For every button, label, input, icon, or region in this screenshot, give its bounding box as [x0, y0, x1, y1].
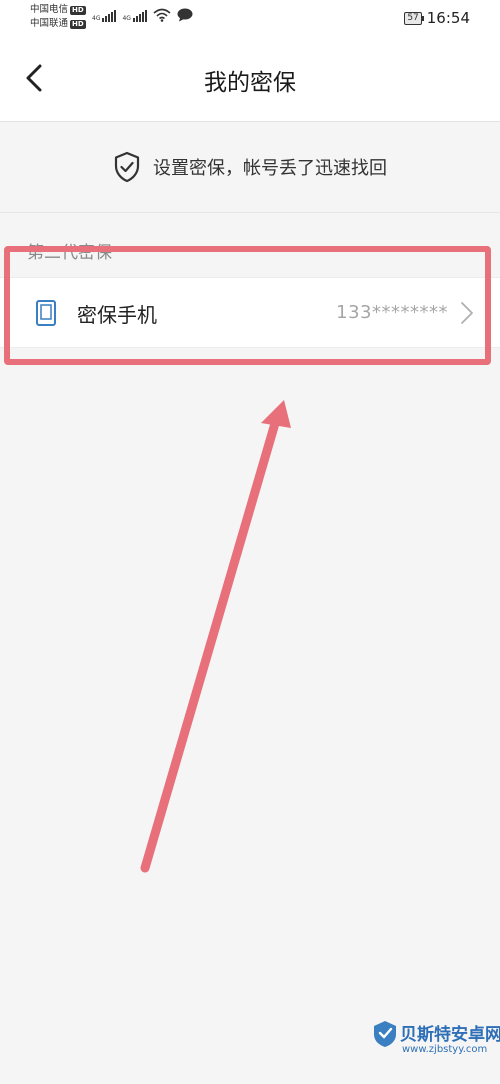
clock: 16:54	[426, 9, 470, 27]
carrier-1-name: 中国电信	[30, 4, 69, 15]
chevron-right-icon	[461, 302, 473, 324]
network-1-label: 4G	[92, 15, 101, 22]
signal-2-icon: 4G	[122, 10, 147, 22]
battery-icon: 57	[404, 11, 425, 25]
security-phone-row[interactable]: 密保手机 133********	[0, 277, 500, 348]
hd-badge: HD	[70, 5, 86, 15]
page-title: 我的密保	[204, 70, 296, 96]
watermark-url: www.zjbstyy.com	[402, 1044, 488, 1055]
carrier-2: 中国联通 HD	[30, 17, 86, 31]
carrier-2-name: 中国联通	[30, 18, 69, 29]
network-2-label: 4G	[122, 15, 131, 22]
watermark-logo-icon	[374, 1021, 396, 1047]
status-bar: 中国电信 HD 中国联通 HD 4G 4G 57 16:54	[0, 0, 500, 36]
security-phone-number: 133********	[336, 302, 448, 323]
banner-text: 设置密保，帐号丢了迅速找回	[153, 158, 387, 179]
signal-icons: 4G 4G	[92, 8, 193, 22]
security-banner: 设置密保，帐号丢了迅速找回	[0, 122, 500, 213]
signal-1-icon: 4G	[92, 10, 117, 22]
hd-badge: HD	[70, 19, 86, 29]
watermark-brand: 贝斯特安卓网	[400, 1025, 500, 1045]
shield-check-icon	[114, 151, 140, 183]
header: 我的密保	[0, 36, 500, 122]
message-icon	[177, 8, 193, 22]
phone-icon	[36, 300, 56, 326]
carrier-info: 中国电信 HD 中国联通 HD	[30, 3, 86, 31]
battery-level: 57	[407, 12, 419, 23]
watermark: 贝斯特安卓网 www.zjbstyy.com	[372, 1018, 500, 1078]
security-phone-label: 密保手机	[77, 303, 157, 327]
wifi-icon	[153, 8, 171, 22]
carrier-1: 中国电信 HD	[30, 3, 86, 17]
section-label: 第二代密保	[27, 243, 112, 263]
status-right: 57 16:54	[404, 9, 470, 27]
